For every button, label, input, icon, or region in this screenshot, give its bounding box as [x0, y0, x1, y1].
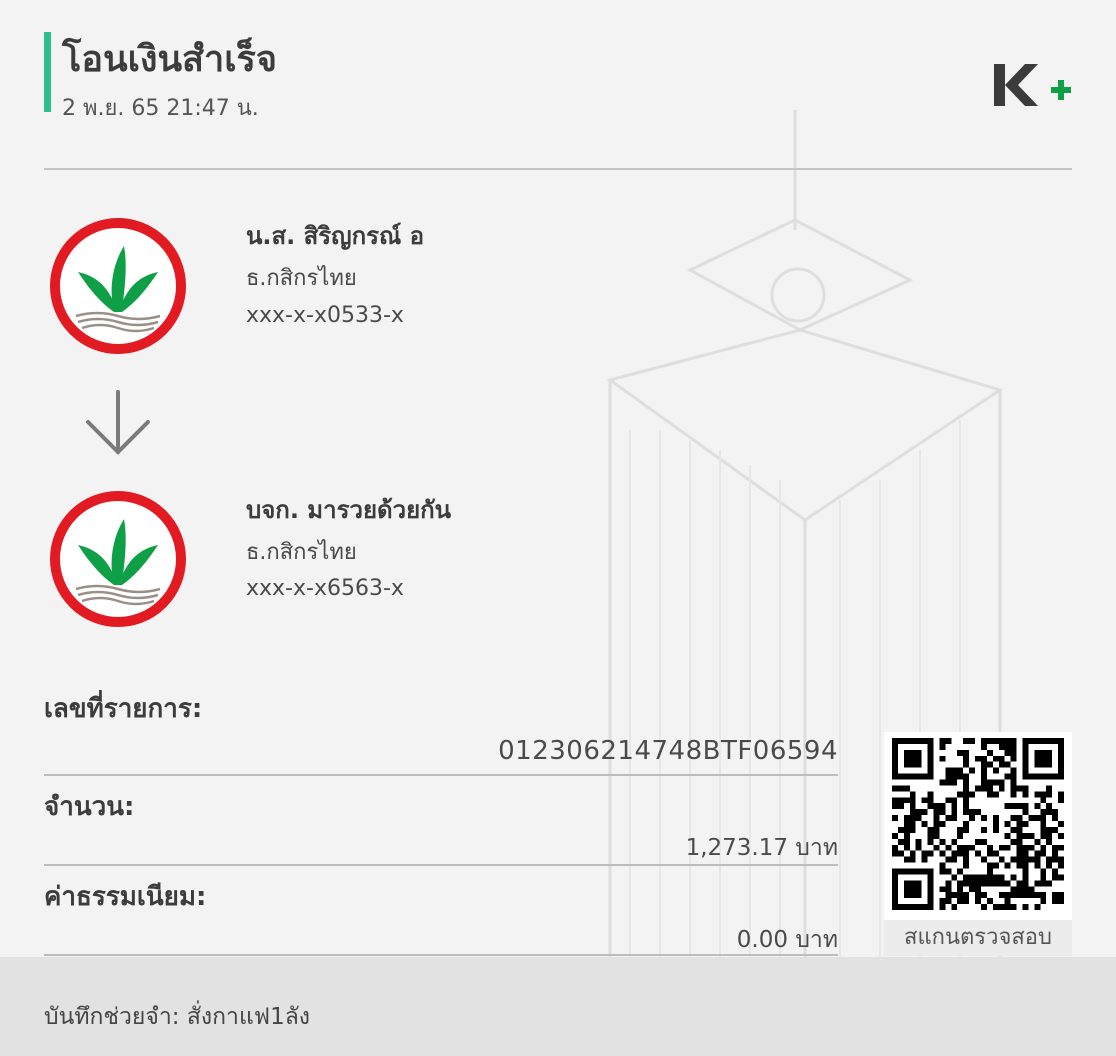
- receiver-bank: ธ.กสิกรไทย: [246, 540, 357, 565]
- reference-label: เลขที่รายการ:: [44, 694, 203, 724]
- memo-text: บันทึกช่วยจำ: สั่งกาแฟ1ลัง: [44, 1004, 311, 1030]
- receiver-account: xxx-x-x6563-x: [246, 576, 404, 601]
- page-title: โอนเงินสำเร็จ: [62, 39, 277, 80]
- qr-verify-panel[interactable]: สแกนตรวจสอบ: [884, 732, 1072, 956]
- fee-value: 0.00 บาท: [736, 927, 838, 953]
- kplus-logo-icon: [994, 64, 1071, 106]
- amount-label: จำนวน:: [44, 792, 135, 822]
- transaction-datetime: 2 พ.ย. 65 21:47 น.: [62, 96, 259, 121]
- title-accent-bar: [44, 32, 51, 112]
- receiver-name: บจก. มารวยด้วยกัน: [246, 496, 452, 524]
- amount-value: 1,273.17 บาท: [685, 835, 838, 861]
- kbank-logo-icon: [50, 218, 186, 354]
- reference-value: 012306214748BTF06594: [498, 736, 838, 766]
- sender-bank: ธ.กสิกรไทย: [246, 266, 357, 291]
- sender-name: น.ส. สิริญกรณ์ อ: [246, 222, 425, 250]
- fee-label: ค่าธรรมเนียม:: [44, 882, 207, 912]
- header-divider: [44, 168, 1072, 170]
- row-divider: [44, 774, 838, 776]
- qr-code-icon: [892, 738, 1064, 910]
- kbank-logo-icon: [50, 491, 186, 627]
- row-divider: [44, 954, 838, 956]
- memo-footer: บันทึกช่วยจำ: สั่งกาแฟ1ลัง: [0, 957, 1116, 1056]
- row-divider: [44, 864, 838, 866]
- qr-caption: สแกนตรวจสอบ: [884, 920, 1072, 956]
- sender-account: xxx-x-x0533-x: [246, 303, 404, 328]
- down-arrow-icon: [86, 390, 150, 455]
